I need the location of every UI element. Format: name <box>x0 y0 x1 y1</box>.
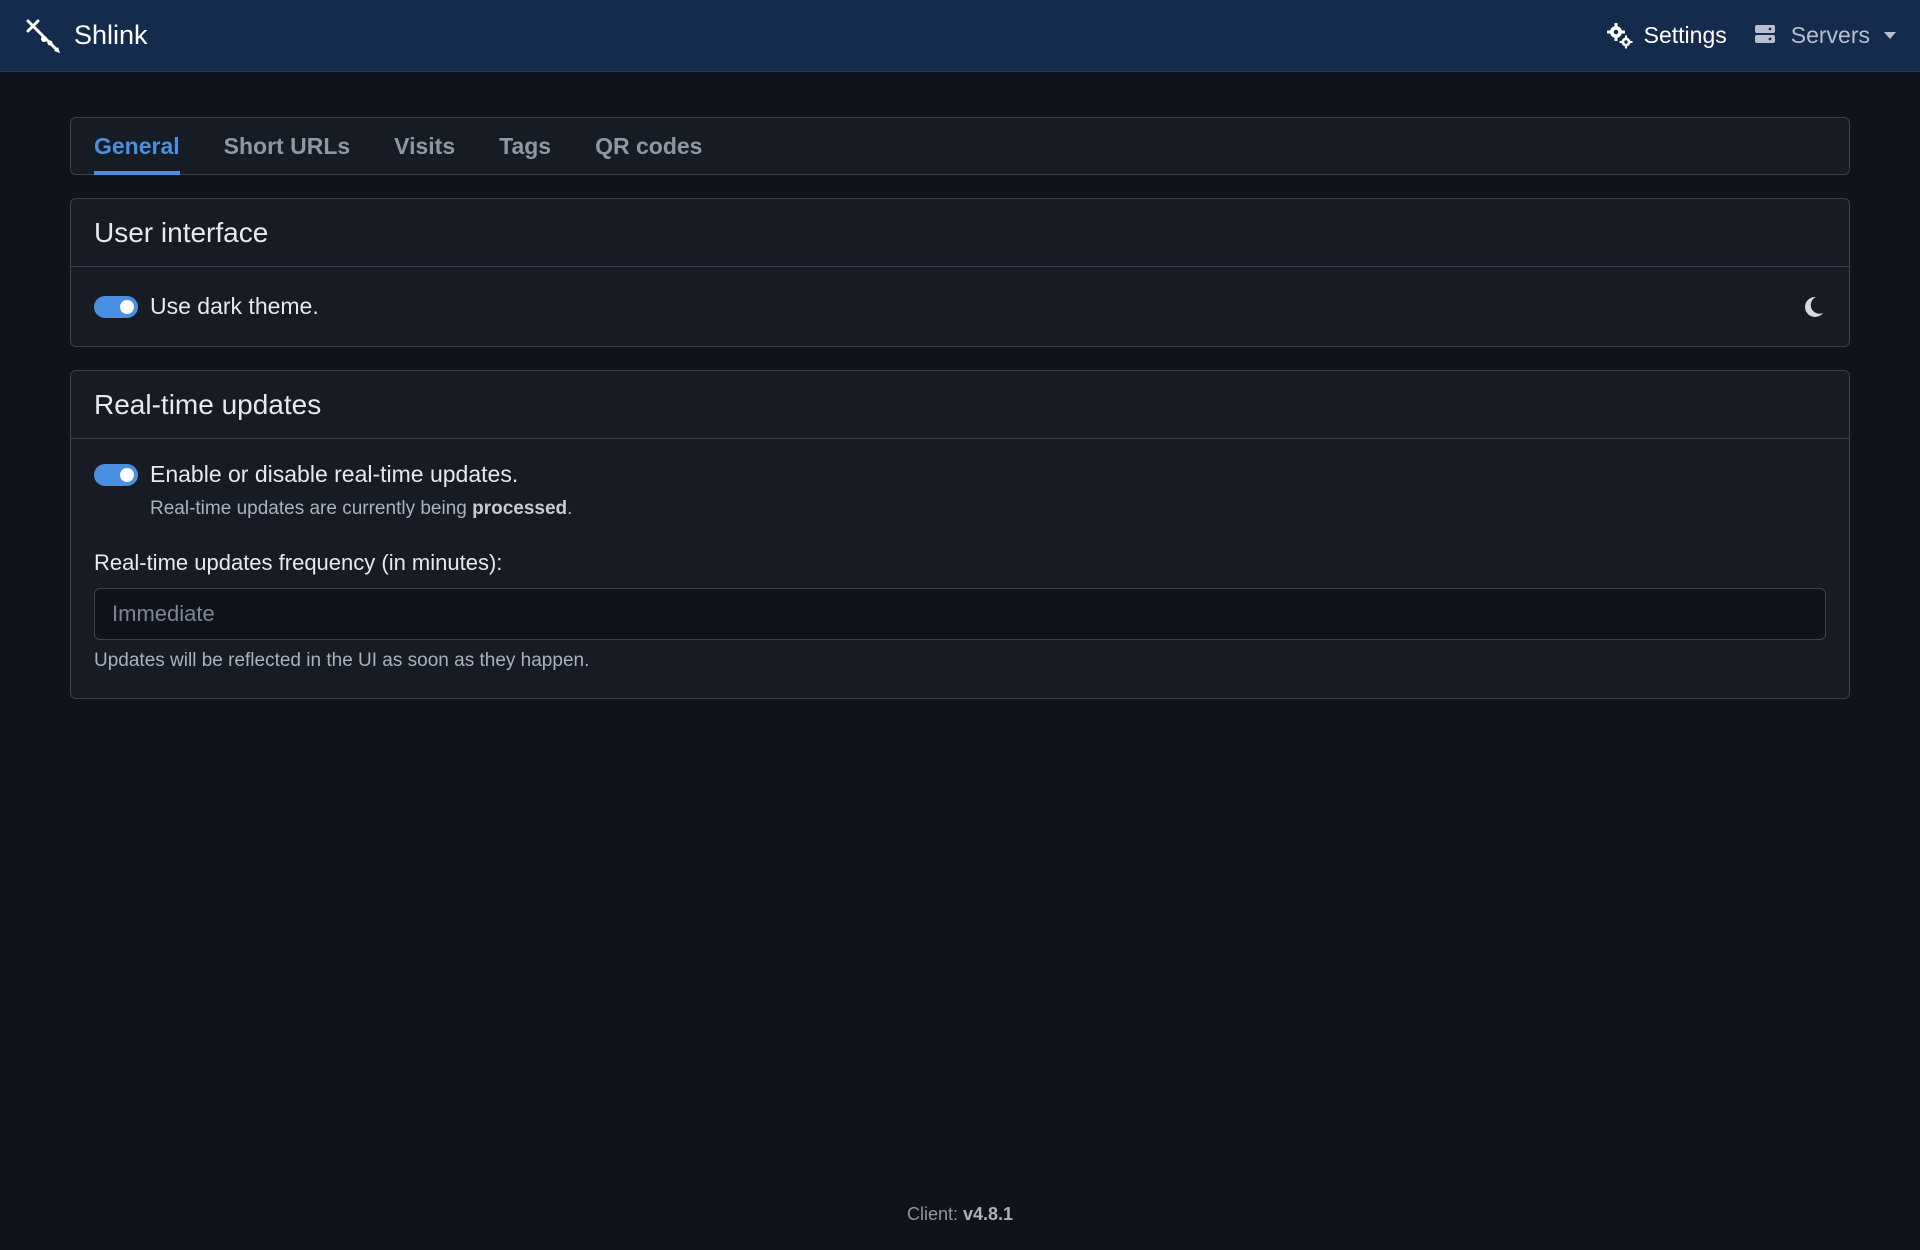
settings-link[interactable]: Settings <box>1606 22 1727 50</box>
realtime-updates-card: Real-time updates Enable or disable real… <box>70 370 1850 699</box>
client-version: v4.8.1 <box>962 1204 1014 1224</box>
brand-name: Shlink <box>74 20 148 50</box>
chevron-down-icon <box>1884 32 1896 39</box>
moon-icon <box>1800 294 1826 320</box>
brand-link[interactable]: Shlink <box>24 17 148 55</box>
frequency-help-text: Updates will be reflected in the UI as s… <box>94 650 590 671</box>
footer-version: Client: v4.8.1 <box>906 1204 1014 1224</box>
realtime-status-text: Real-time updates are currently being pr… <box>150 498 573 519</box>
user-interface-card: User interface Use dark theme. <box>70 198 1850 347</box>
servers-label: Servers <box>1790 22 1870 48</box>
dark-theme-toggle[interactable] <box>94 295 138 318</box>
tab-general[interactable]: General <box>94 118 202 175</box>
settings-label: Settings <box>1643 22 1727 48</box>
servers-dropdown[interactable]: Servers <box>1753 22 1896 50</box>
top-navbar: Shlink Settings Servers <box>0 0 1920 72</box>
tab-short-urls[interactable]: Short URLs <box>202 118 373 174</box>
realtime-status-value: processed <box>472 498 568 519</box>
settings-container: General Short URLs Visits Tags QR codes … <box>70 117 1850 699</box>
tab-tags[interactable]: Tags <box>477 118 573 174</box>
realtime-updates-toggle[interactable] <box>94 463 138 486</box>
settings-tabs: General Short URLs Visits Tags QR codes <box>70 117 1850 175</box>
tab-qr-codes[interactable]: QR codes <box>573 118 724 174</box>
tab-visits[interactable]: Visits <box>372 118 477 174</box>
frequency-input[interactable] <box>94 588 1826 640</box>
realtime-updates-label[interactable]: Enable or disable real-time updates. <box>150 461 518 488</box>
server-icon <box>1753 22 1781 50</box>
shlink-logo-icon <box>24 17 62 55</box>
frequency-label: Real-time updates frequency (in minutes)… <box>94 550 503 575</box>
gears-icon <box>1606 22 1634 50</box>
user-interface-title: User interface <box>71 199 1849 267</box>
nav-right: Settings Servers <box>1606 22 1896 50</box>
dark-theme-label[interactable]: Use dark theme. <box>150 293 319 320</box>
realtime-updates-title: Real-time updates <box>71 371 1849 439</box>
